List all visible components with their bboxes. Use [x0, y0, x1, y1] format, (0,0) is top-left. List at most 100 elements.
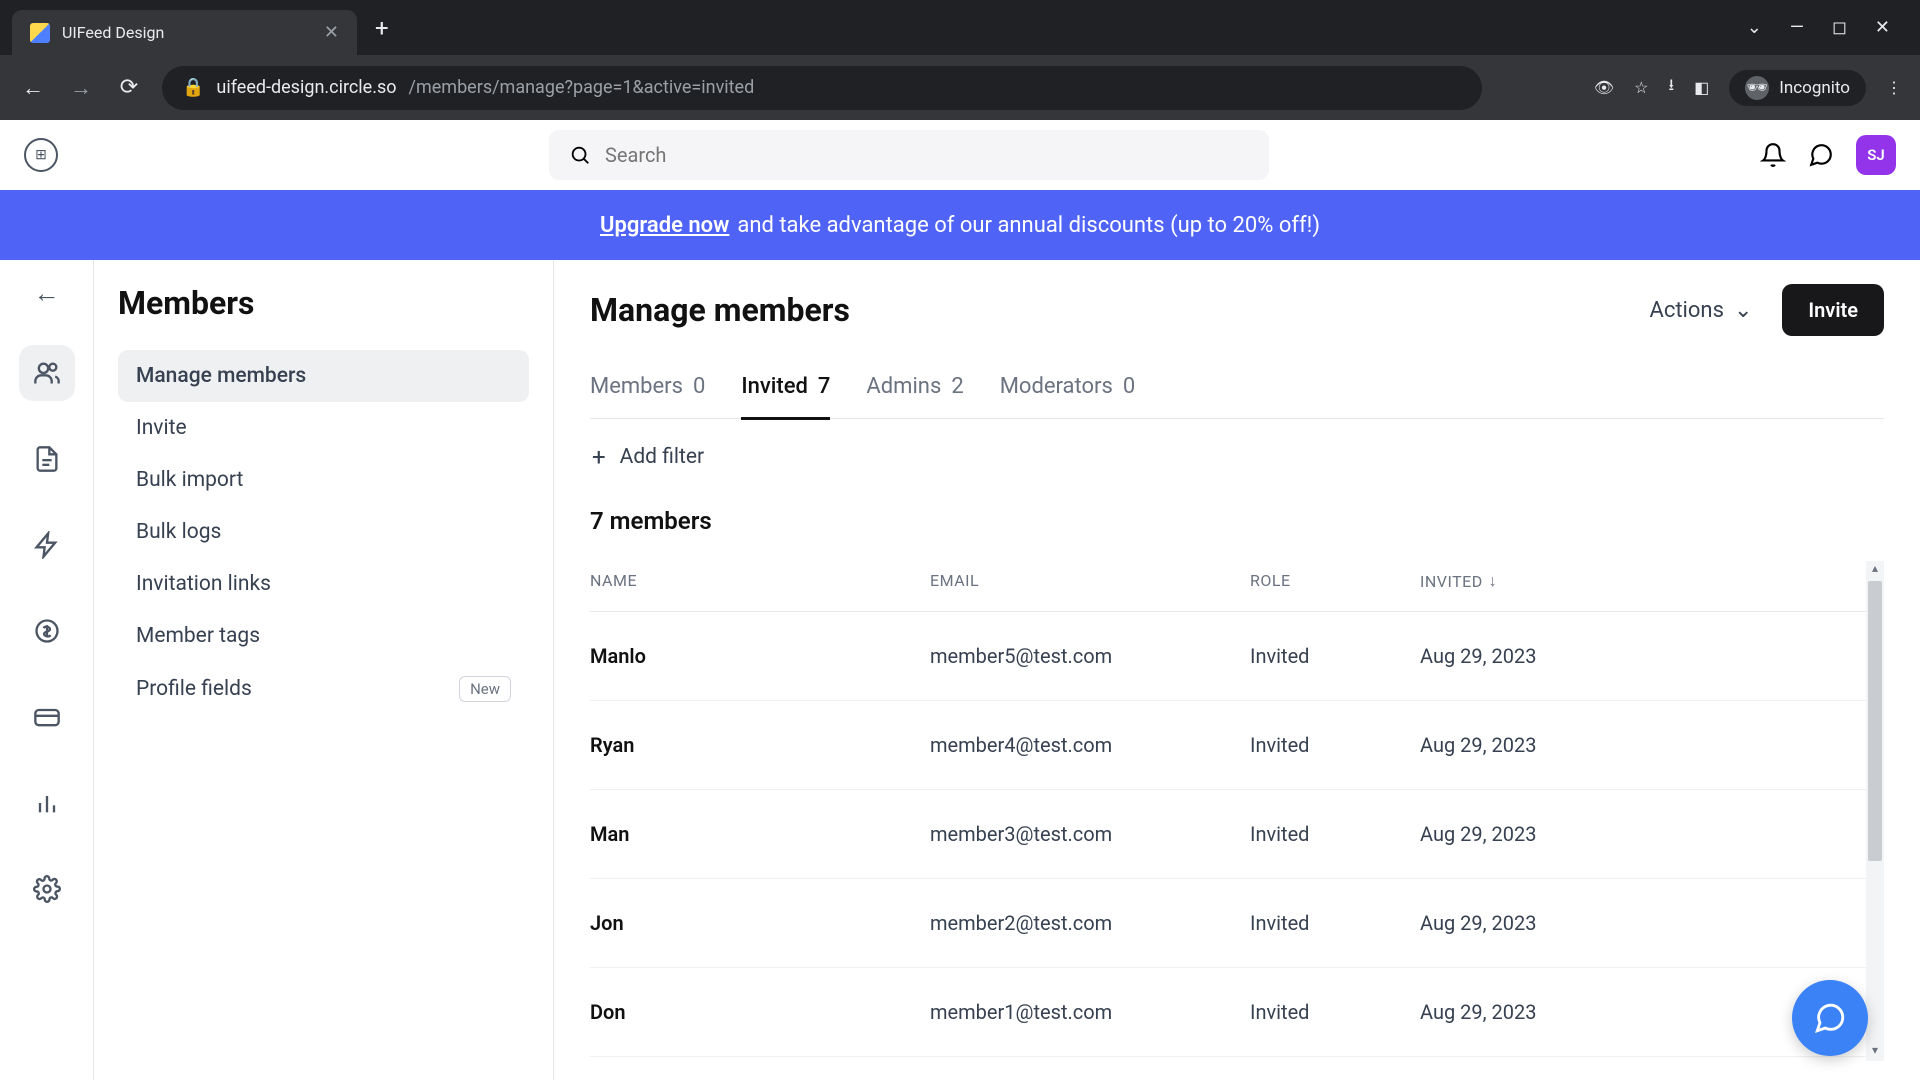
chat-icon[interactable]: [1808, 142, 1834, 168]
tab-label: Members: [590, 374, 683, 399]
kebab-menu-icon[interactable]: ⋮: [1886, 78, 1902, 97]
tab-members[interactable]: Members 0: [590, 364, 705, 420]
minimize-icon[interactable]: ―: [1790, 17, 1804, 38]
browser-tab[interactable]: UIFeed Design ✕: [12, 10, 357, 55]
sidebar-item-profile-fields[interactable]: Profile fields New: [118, 662, 529, 716]
rail-billing-icon[interactable]: [19, 603, 75, 659]
rail-activity-icon[interactable]: [19, 517, 75, 573]
cell-email: member3@test.com: [930, 822, 1250, 846]
header-right: SJ: [1760, 135, 1896, 175]
tab-label: Admins: [866, 374, 941, 399]
cell-role: Invited: [1250, 644, 1420, 668]
cell-invited: Aug 29, 2023: [1420, 733, 1884, 757]
scroll-down-icon[interactable]: ▾: [1866, 1043, 1884, 1061]
plus-icon: +: [592, 443, 606, 471]
cell-name: Jon: [590, 911, 930, 935]
tab-admins[interactable]: Admins2: [866, 364, 963, 420]
new-badge: New: [459, 676, 511, 702]
rail-analytics-icon[interactable]: [19, 775, 75, 831]
col-name[interactable]: NAME: [590, 571, 930, 591]
download-icon[interactable]: ⭳: [1669, 74, 1675, 101]
scrollbar[interactable]: ▴ ▾: [1866, 561, 1884, 1061]
upgrade-link[interactable]: Upgrade now: [600, 213, 729, 238]
chevron-down-icon[interactable]: ⌄: [1747, 17, 1762, 38]
tab-moderators[interactable]: Moderators0: [1000, 364, 1136, 420]
eye-off-icon[interactable]: 👁: [1594, 78, 1614, 97]
tab-label: Invited: [741, 374, 808, 399]
sidebar-item-manage-members[interactable]: Manage members: [118, 350, 529, 402]
reload-icon[interactable]: ⟳: [114, 75, 144, 100]
sidebar-item-label: Profile fields: [136, 677, 252, 701]
chat-bubble-icon: [1813, 1001, 1847, 1035]
incognito-badge[interactable]: 🕶 Incognito: [1729, 70, 1866, 106]
banner-text: and take advantage of our annual discoun…: [737, 213, 1320, 238]
close-window-icon[interactable]: ✕: [1875, 17, 1890, 38]
chevron-down-icon: ⌄: [1734, 298, 1752, 323]
chat-fab[interactable]: [1792, 980, 1868, 1056]
rail-members-icon[interactable]: [19, 345, 75, 401]
main: Manage members Actions ⌄ Invite Members 0…: [554, 260, 1920, 1080]
sidebar-item-member-tags[interactable]: Member tags: [118, 610, 529, 662]
tab-count: 0: [1123, 374, 1135, 399]
search-box[interactable]: [549, 130, 1269, 180]
table-row[interactable]: Jonmember2@test.comInvitedAug 29, 2023: [590, 879, 1884, 968]
table-header: NAME EMAIL ROLE INVITED↓: [590, 561, 1884, 612]
add-filter-button[interactable]: + Add filter: [590, 443, 1884, 471]
invite-button[interactable]: Invite: [1782, 284, 1884, 336]
tab-invited[interactable]: Invited7: [741, 364, 830, 420]
close-tab-icon[interactable]: ✕: [324, 22, 339, 43]
actions-dropdown[interactable]: Actions ⌄: [1649, 298, 1752, 323]
window-controls: ⌄ ― ◻ ✕: [1747, 17, 1908, 38]
app-header: ⊞ SJ: [0, 120, 1920, 190]
avatar[interactable]: SJ: [1856, 135, 1896, 175]
rail-back-icon[interactable]: ←: [34, 278, 60, 309]
search-input[interactable]: [605, 143, 1249, 167]
lock-icon: 🔒: [182, 77, 204, 98]
sidebar-item-label: Bulk import: [136, 468, 243, 492]
icon-rail: ←: [0, 260, 94, 1080]
rail-content-icon[interactable]: [19, 431, 75, 487]
sidebar-item-invite[interactable]: Invite: [118, 402, 529, 454]
table-row[interactable]: Donmember1@test.comInvitedAug 29, 2023: [590, 968, 1884, 1057]
sidebar-item-label: Manage members: [136, 364, 306, 388]
incognito-icon: 🕶: [1745, 76, 1769, 100]
table-row[interactable]: Ryanmember4@test.comInvitedAug 29, 2023: [590, 701, 1884, 790]
sidebar-item-label: Member tags: [136, 624, 260, 648]
main-header: Manage members Actions ⌄ Invite: [590, 284, 1884, 336]
col-invited[interactable]: INVITED↓: [1420, 571, 1884, 591]
sort-down-icon: ↓: [1489, 571, 1498, 591]
app-body: ← Members Manage members Invite Bulk impor…: [0, 260, 1920, 1080]
sidebar-item-bulk-logs[interactable]: Bulk logs: [118, 506, 529, 558]
sidebar-item-label: Bulk logs: [136, 520, 221, 544]
bookmark-icon[interactable]: ☆: [1634, 78, 1648, 97]
scroll-up-icon[interactable]: ▴: [1866, 561, 1884, 579]
table-row[interactable]: Manlomember5@test.comInvitedAug 29, 2023: [590, 612, 1884, 701]
sidebar-item-invitation-links[interactable]: Invitation links: [118, 558, 529, 610]
sidebar: Members Manage membersInviteBulk importB…: [94, 260, 554, 1080]
add-filter-label: Add filter: [620, 445, 704, 469]
back-icon[interactable]: ←: [18, 75, 48, 101]
cell-email: member5@test.com: [930, 644, 1250, 668]
url-input[interactable]: 🔒 uifeed-design.circle.so/members/manage…: [162, 66, 1482, 110]
page-title: Manage members: [590, 291, 850, 329]
scrollbar-thumb[interactable]: [1868, 581, 1882, 861]
maximize-icon[interactable]: ◻: [1832, 17, 1847, 38]
rail-settings-icon[interactable]: [19, 861, 75, 917]
cell-name: Ryan: [590, 733, 930, 757]
rail-plans-icon[interactable]: [19, 689, 75, 745]
col-email[interactable]: EMAIL: [930, 571, 1250, 591]
cell-invited: Aug 29, 2023: [1420, 911, 1884, 935]
table-row[interactable]: Manmember3@test.comInvitedAug 29, 2023: [590, 790, 1884, 879]
tab-bar: UIFeed Design ✕ + ⌄ ― ◻ ✕: [0, 0, 1920, 55]
forward-icon[interactable]: →: [66, 75, 96, 101]
sidebar-item-bulk-import[interactable]: Bulk import: [118, 454, 529, 506]
new-tab-button[interactable]: +: [375, 14, 389, 42]
tab-count: 0: [693, 374, 705, 399]
cell-role: Invited: [1250, 1000, 1420, 1024]
bell-icon[interactable]: [1760, 142, 1786, 168]
cell-invited: Aug 29, 2023: [1420, 644, 1884, 668]
address-bar-icons: 👁 ☆ ⭳ ◧ 🕶 Incognito ⋮: [1594, 70, 1902, 106]
app-grid-icon[interactable]: ⊞: [24, 138, 58, 172]
col-role[interactable]: ROLE: [1250, 571, 1420, 591]
panel-icon[interactable]: ◧: [1694, 78, 1709, 97]
